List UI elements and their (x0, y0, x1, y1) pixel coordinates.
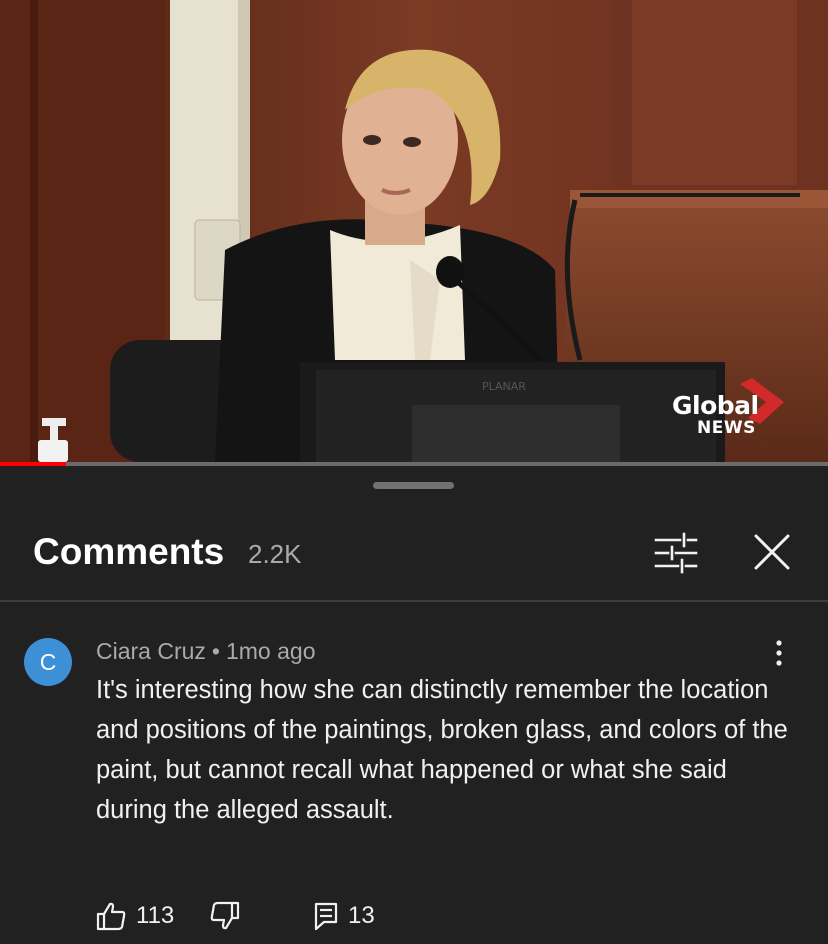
comments-title: Comments (33, 531, 225, 572)
channel-logo-subtext: NEWS (697, 418, 756, 438)
close-icon[interactable] (748, 528, 796, 576)
thumbs-down-icon[interactable] (209, 900, 241, 932)
avatar[interactable]: C (24, 638, 72, 686)
comments-panel: Comments 2.2K C Ciara Cruz • 1mo ago It'… (0, 466, 828, 944)
more-vertical-icon[interactable] (764, 638, 794, 668)
meta-separator: • (211, 638, 220, 664)
comment-time: 1mo ago (225, 638, 316, 664)
svg-text:PLANAR: PLANAR (482, 380, 526, 393)
reply-count: 13 (348, 902, 375, 929)
header-divider (0, 600, 828, 602)
drag-handle[interactable] (373, 482, 454, 489)
reply-icon[interactable] (312, 900, 340, 932)
sliders-icon[interactable] (650, 528, 702, 578)
comment-author[interactable]: Ciara Cruz (96, 638, 206, 664)
channel-logo-text: Global (672, 391, 759, 420)
comments-count: 2.2K (248, 539, 302, 569)
video-player[interactable]: PLANAR Global NEWS (0, 0, 828, 462)
like-count: 113 (136, 902, 175, 929)
comment-actions: 113 13 (0, 896, 828, 936)
comment-text: It's interesting how she can distinctly … (96, 676, 788, 824)
thumbs-up-icon[interactable] (95, 900, 127, 932)
comment-meta: Ciara Cruz • 1mo ago (96, 636, 316, 666)
